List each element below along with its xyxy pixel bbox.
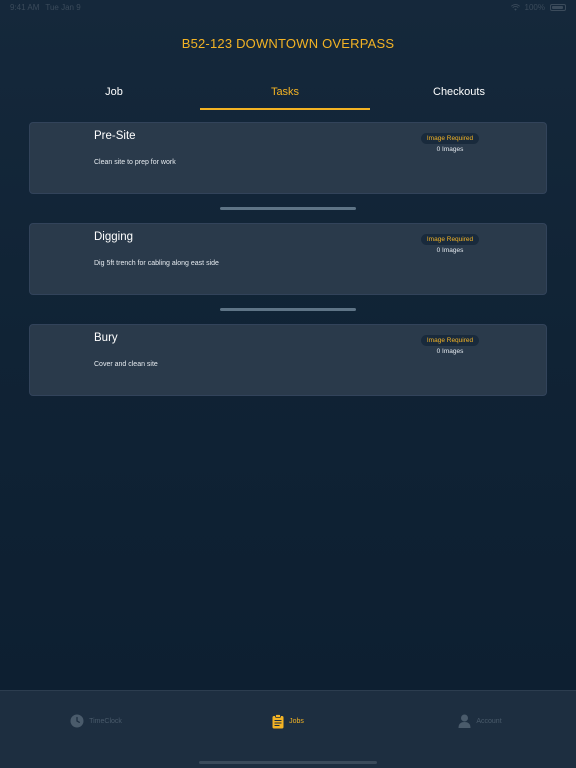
task-name: Digging [94,231,133,243]
nav-jobs[interactable]: Jobs [192,691,384,751]
nav-label: Account [476,717,502,725]
task-description: Clean site to prep for work [94,159,176,166]
task-description: Dig 5ft trench for cabling along east si… [94,260,219,267]
task-name: Bury [94,332,118,344]
image-status: Image Required 0 Images [417,228,483,254]
segment-tabs: Job Tasks Checkouts [28,78,548,110]
battery-percent: 100% [524,2,545,12]
task-description: Cover and clean site [94,361,158,368]
nav-account[interactable]: Account [384,691,576,751]
nav-timeclock[interactable]: TimeClock [0,691,192,751]
task-card-pre-site[interactable]: Pre-Site Clean site to prep for work Ima… [29,122,547,194]
nav-label: Jobs [289,717,304,725]
image-count: 0 Images [436,247,464,254]
status-date: Tue Jan 9 [45,2,81,12]
status-time: 9:41 AM [10,2,40,12]
battery-icon [550,3,566,11]
image-status: Image Required 0 Images [417,127,483,153]
clock-icon [70,714,84,728]
person-icon [458,714,471,728]
task-card-bury[interactable]: Bury Cover and clean site Image Required… [29,324,547,396]
bottom-tab-bar: TimeClock Jobs Account [0,690,576,768]
app-screen: 9:41 AM Tue Jan 9 100% B52-123 DOWNTOWN … [0,0,576,768]
task-card-digging[interactable]: Digging Dig 5ft trench for cabling along… [29,223,547,295]
task-list: Pre-Site Clean site to prep for work Ima… [29,122,547,396]
image-count: 0 Images [436,146,464,153]
image-required-badge: Image Required [420,133,480,144]
status-right: 100% [510,2,566,12]
status-left: 9:41 AM Tue Jan 9 [10,3,81,12]
tab-job[interactable]: Job [28,78,200,110]
clipboard-icon [272,713,284,728]
page-title: B52-123 DOWNTOWN OVERPASS [181,36,395,51]
tab-tasks[interactable]: Tasks [200,78,370,110]
image-required-badge: Image Required [420,335,480,346]
image-count: 0 Images [436,348,464,355]
drag-handle[interactable] [29,295,547,324]
wifi-icon [510,3,520,11]
image-required-badge: Image Required [420,234,480,245]
nav-label: TimeClock [89,717,122,725]
status-bar: 9:41 AM Tue Jan 9 100% [0,0,576,14]
task-name: Pre-Site [94,130,136,142]
home-indicator [199,761,377,764]
tab-checkouts[interactable]: Checkouts [370,78,548,110]
drag-handle[interactable] [29,194,547,223]
image-status: Image Required 0 Images [417,329,483,355]
